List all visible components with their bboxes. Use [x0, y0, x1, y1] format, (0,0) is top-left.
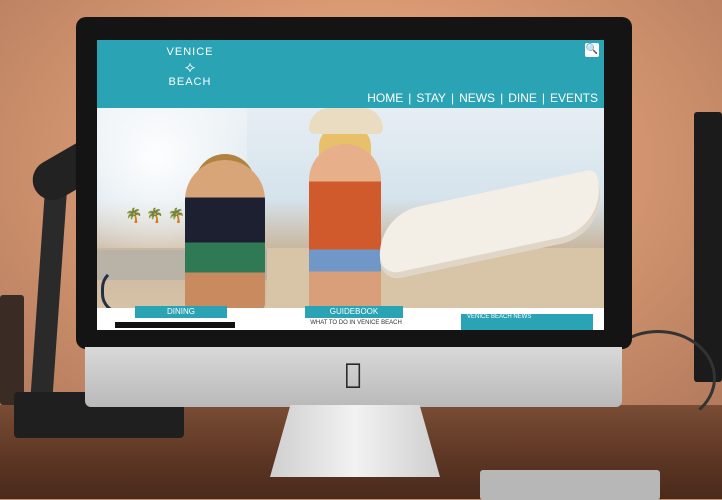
- tile-shadow: [115, 322, 235, 328]
- nav-separator: |: [408, 91, 412, 105]
- feature-tiles: DINING GUIDEBOOK WHAT TO DO IN VENICE BE…: [97, 306, 604, 330]
- surfboard-cross-icon: ⟡: [184, 57, 196, 76]
- person-2: [309, 144, 381, 308]
- nav-home[interactable]: HOME: [365, 91, 405, 105]
- imac-stand: [270, 405, 440, 477]
- nav-separator: |: [500, 91, 504, 105]
- main-nav: HOME | STAY | NEWS | DINE | EVENTS: [365, 91, 600, 105]
- keyboard: [480, 470, 660, 500]
- nav-dine[interactable]: DINE: [506, 91, 539, 105]
- hero-image: 🌴🌴🌴: [97, 108, 604, 308]
- search-icon[interactable]: 🔍: [585, 43, 599, 57]
- apple-logo-icon: : [339, 359, 367, 389]
- nav-separator: |: [450, 91, 455, 105]
- tile-guidebook[interactable]: GUIDEBOOK: [305, 306, 403, 318]
- secondary-monitor: [694, 112, 722, 382]
- tile-guidebook-subtitle: WHAT TO DO IN VENICE BEACH: [310, 320, 402, 326]
- straw-hat: [309, 108, 383, 134]
- site-header: VENICE ⟡ BEACH 🔍 HOME | STAY | NEWS | DI…: [97, 40, 604, 108]
- site-logo[interactable]: VENICE ⟡ BEACH: [155, 46, 225, 104]
- nav-news[interactable]: NEWS: [457, 91, 497, 105]
- nav-stay[interactable]: STAY: [414, 91, 448, 105]
- pen-cup: [0, 295, 24, 405]
- nav-separator: |: [541, 91, 545, 105]
- website-screen: VENICE ⟡ BEACH 🔍 HOME | STAY | NEWS | DI…: [97, 40, 604, 330]
- tile-news[interactable]: VENICE BEACH NEWS: [461, 314, 593, 330]
- logo-bottom-text: BEACH: [168, 76, 212, 88]
- tile-dining[interactable]: DINING: [135, 306, 227, 318]
- nav-events[interactable]: EVENTS: [548, 91, 600, 105]
- person-1: [185, 160, 265, 308]
